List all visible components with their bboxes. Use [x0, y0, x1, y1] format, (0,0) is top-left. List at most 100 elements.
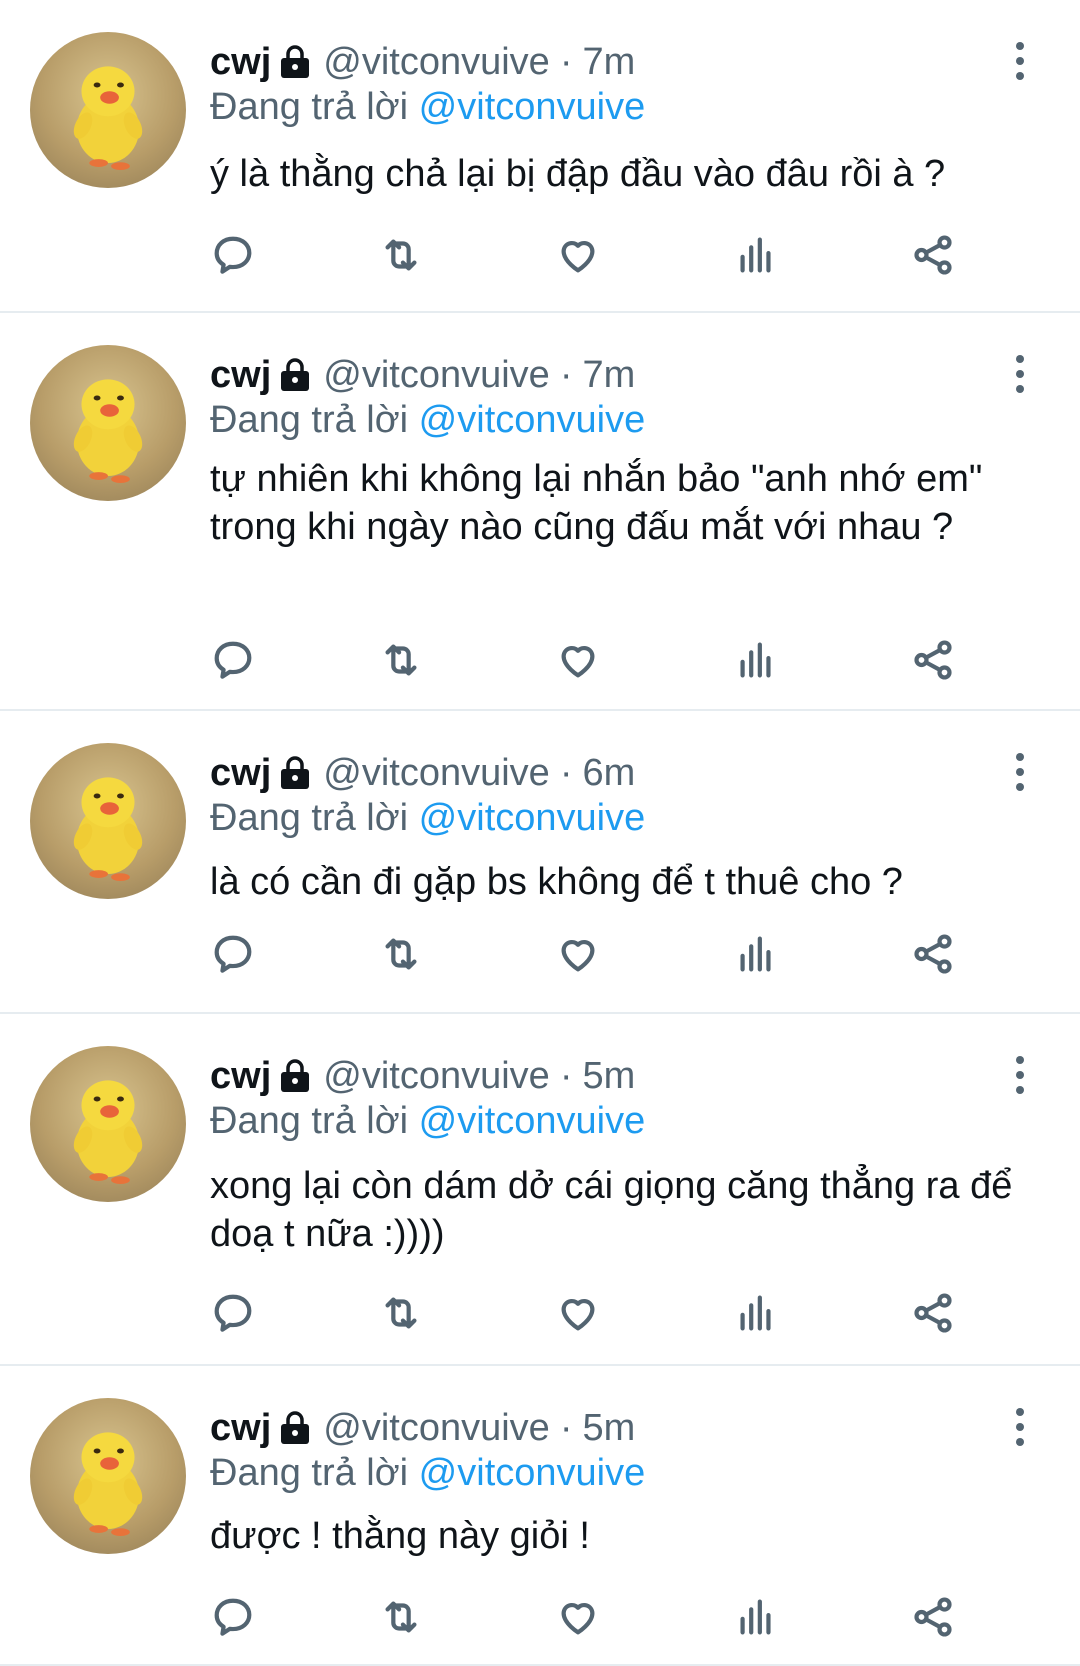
replying-prefix: Đang trả lời: [210, 1100, 409, 1142]
replying-to: Đang trả lời @vitconvuive: [210, 399, 645, 442]
tweet[interactable]: cwj @vitconvuive · 5m Đang trả lời @vitc…: [0, 1014, 1080, 1366]
mention-link[interactable]: @vitconvuive: [419, 1100, 646, 1142]
timestamp[interactable]: 6m: [582, 752, 635, 795]
tweet-header: cwj @vitconvuive · 6m: [210, 747, 635, 799]
display-name[interactable]: cwj: [210, 1407, 271, 1450]
lock-icon: [279, 1410, 311, 1446]
tweet[interactable]: cwj @vitconvuive · 7m Đang trả lời @vitc…: [0, 313, 1080, 711]
lock-icon: [279, 44, 311, 80]
analytics-icon[interactable]: [733, 1290, 785, 1342]
tweet-header: cwj @vitconvuive · 7m: [210, 36, 635, 88]
user-handle[interactable]: @vitconvuive: [323, 1055, 550, 1098]
more-vertical-icon[interactable]: [1010, 42, 1030, 82]
tweet-actions: [210, 637, 1010, 689]
retweet-icon[interactable]: [378, 1290, 430, 1342]
timestamp[interactable]: 5m: [582, 1055, 635, 1098]
timestamp[interactable]: 7m: [582, 41, 635, 84]
avatar[interactable]: [30, 1046, 186, 1202]
lock-icon: [279, 357, 311, 393]
analytics-icon[interactable]: [733, 1594, 785, 1646]
tweet-text: ý là thằng chả lại bị đập đầu vào đâu rồ…: [210, 153, 946, 195]
separator-dot: ·: [559, 353, 573, 396]
separator-dot: ·: [559, 40, 573, 83]
tweet-actions: [210, 232, 1010, 284]
replying-prefix: Đang trả lời: [210, 797, 409, 839]
tweet[interactable]: cwj @vitconvuive · 6m Đang trả lời @vitc…: [0, 711, 1080, 1014]
tweet-text: tự nhiên khi không lại nhắn bảo "anh nhớ…: [210, 458, 983, 548]
tweet-actions: [210, 1594, 1010, 1646]
reply-icon[interactable]: [210, 1594, 262, 1646]
display-name[interactable]: cwj: [210, 41, 271, 84]
duck-avatar-image: [73, 777, 143, 882]
reply-icon[interactable]: [210, 637, 262, 689]
display-name[interactable]: cwj: [210, 354, 271, 397]
replying-to: Đang trả lời @vitconvuive: [210, 1100, 645, 1143]
like-icon[interactable]: [555, 637, 607, 689]
share-icon[interactable]: [910, 232, 962, 284]
tweet-header: cwj @vitconvuive · 5m: [210, 1402, 635, 1454]
like-icon[interactable]: [555, 1290, 607, 1342]
display-name[interactable]: cwj: [210, 1055, 271, 1098]
like-icon[interactable]: [555, 931, 607, 983]
reply-icon[interactable]: [210, 931, 262, 983]
more-vertical-icon[interactable]: [1010, 1056, 1030, 1096]
tweet-actions: [210, 1290, 1010, 1342]
mention-link[interactable]: @vitconvuive: [419, 399, 646, 441]
avatar[interactable]: [30, 1398, 186, 1554]
tweet-actions: [210, 931, 1010, 983]
analytics-icon[interactable]: [733, 637, 785, 689]
display-name[interactable]: cwj: [210, 752, 271, 795]
tweet-header: cwj @vitconvuive · 7m: [210, 349, 635, 401]
retweet-icon[interactable]: [378, 637, 430, 689]
avatar[interactable]: [30, 743, 186, 899]
tweet-text: xong lại còn dám dở cái giọng căng thẳng…: [210, 1165, 1013, 1255]
more-vertical-icon[interactable]: [1010, 1408, 1030, 1448]
tweet-text: được ! thằng này giỏi !: [210, 1515, 590, 1557]
lock-icon: [279, 1058, 311, 1094]
share-icon[interactable]: [910, 1594, 962, 1646]
replying-to: Đang trả lời @vitconvuive: [210, 1452, 645, 1495]
share-icon[interactable]: [910, 637, 962, 689]
duck-avatar-image: [73, 1080, 143, 1185]
analytics-icon[interactable]: [733, 931, 785, 983]
timestamp[interactable]: 5m: [582, 1407, 635, 1450]
replying-prefix: Đang trả lời: [210, 1452, 409, 1494]
separator-dot: ·: [559, 1054, 573, 1097]
share-icon[interactable]: [910, 931, 962, 983]
user-handle[interactable]: @vitconvuive: [323, 1407, 550, 1450]
duck-avatar-image: [73, 66, 143, 171]
retweet-icon[interactable]: [378, 931, 430, 983]
replying-to: Đang trả lời @vitconvuive: [210, 86, 645, 129]
user-handle[interactable]: @vitconvuive: [323, 354, 550, 397]
mention-link[interactable]: @vitconvuive: [419, 797, 646, 839]
lock-icon: [279, 755, 311, 791]
reply-icon[interactable]: [210, 232, 262, 284]
separator-dot: ·: [559, 751, 573, 794]
retweet-icon[interactable]: [378, 1594, 430, 1646]
more-vertical-icon[interactable]: [1010, 355, 1030, 395]
avatar[interactable]: [30, 32, 186, 188]
like-icon[interactable]: [555, 1594, 607, 1646]
separator-dot: ·: [559, 1406, 573, 1449]
duck-avatar-image: [73, 379, 143, 484]
replying-prefix: Đang trả lời: [210, 86, 409, 128]
more-vertical-icon[interactable]: [1010, 753, 1030, 793]
user-handle[interactable]: @vitconvuive: [323, 752, 550, 795]
mention-link[interactable]: @vitconvuive: [419, 86, 646, 128]
like-icon[interactable]: [555, 232, 607, 284]
avatar[interactable]: [30, 345, 186, 501]
mention-link[interactable]: @vitconvuive: [419, 1452, 646, 1494]
share-icon[interactable]: [910, 1290, 962, 1342]
tweet[interactable]: cwj @vitconvuive · 7m Đang trả lời @vitc…: [0, 0, 1080, 313]
replying-prefix: Đang trả lời: [210, 399, 409, 441]
tweet-header: cwj @vitconvuive · 5m: [210, 1050, 635, 1102]
reply-icon[interactable]: [210, 1290, 262, 1342]
replying-to: Đang trả lời @vitconvuive: [210, 797, 645, 840]
tweet[interactable]: cwj @vitconvuive · 5m Đang trả lời @vitc…: [0, 1366, 1080, 1666]
retweet-icon[interactable]: [378, 232, 430, 284]
tweet-text: là có cần đi gặp bs không để t thuê cho …: [210, 861, 903, 903]
analytics-icon[interactable]: [733, 232, 785, 284]
user-handle[interactable]: @vitconvuive: [323, 41, 550, 84]
duck-avatar-image: [73, 1432, 143, 1537]
timestamp[interactable]: 7m: [582, 354, 635, 397]
